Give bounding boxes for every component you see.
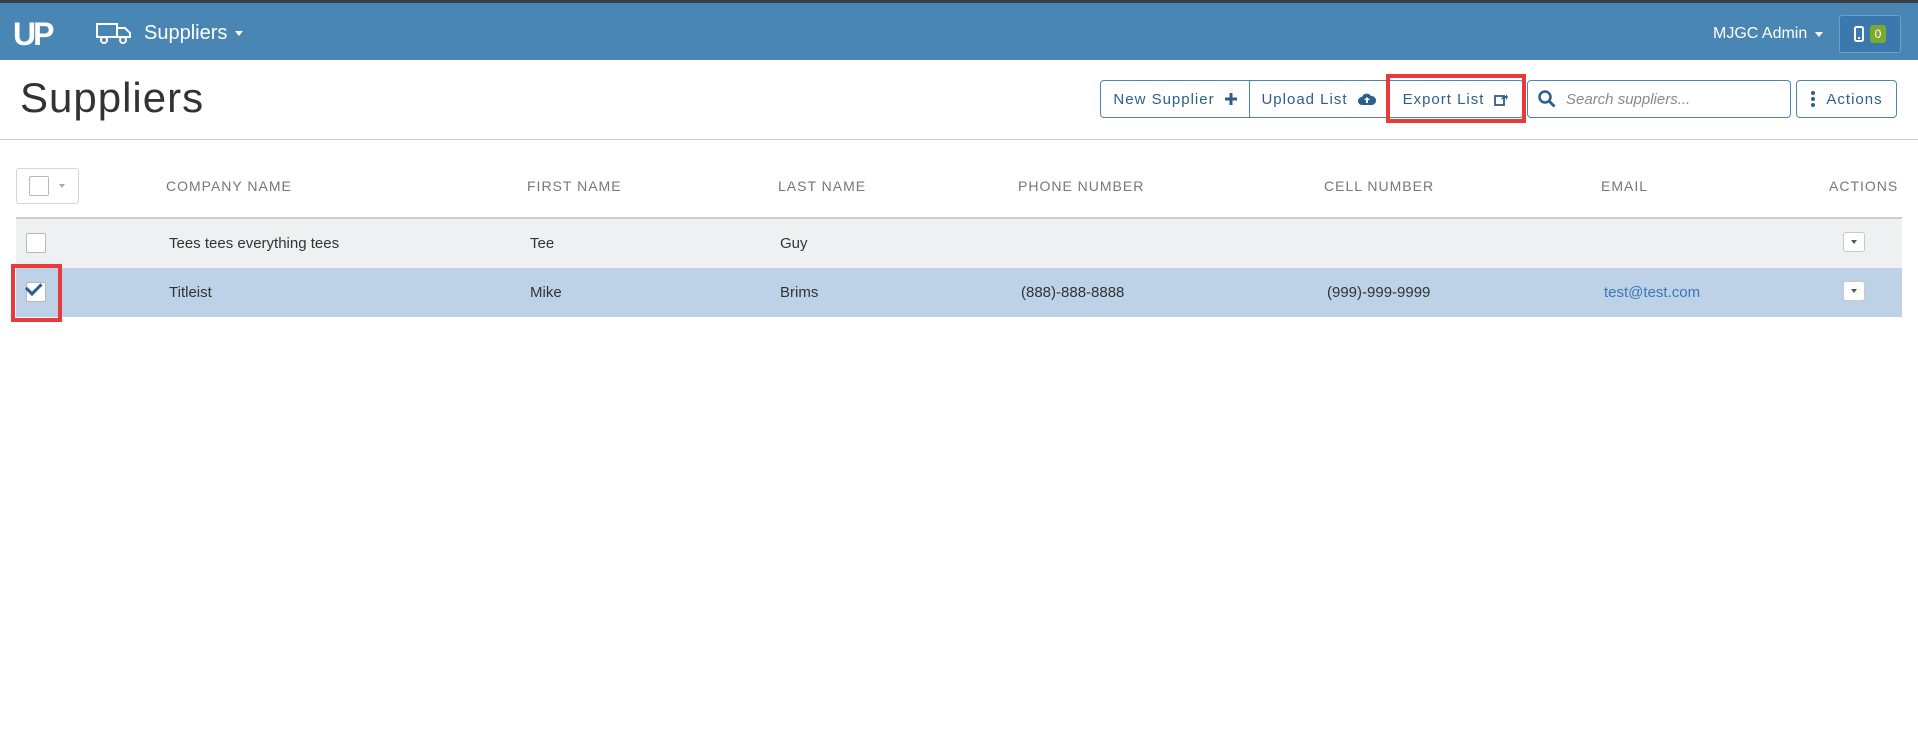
export-list-button[interactable]: Export List bbox=[1387, 80, 1524, 118]
plus-icon bbox=[1224, 93, 1237, 105]
select-all-checkbox[interactable] bbox=[29, 176, 49, 196]
device-count-badge: 0 bbox=[1869, 25, 1887, 43]
app-logo[interactable]: UP bbox=[13, 15, 61, 51]
section-title: Suppliers bbox=[144, 22, 228, 44]
column-header-phone[interactable]: PHONE NUMBER bbox=[1018, 178, 1144, 194]
new-supplier-label: New Supplier bbox=[1113, 90, 1215, 108]
last-name-cell: Guy bbox=[780, 235, 808, 252]
email-link[interactable]: test@test.com bbox=[1604, 268, 1700, 317]
section-menu[interactable]: Suppliers bbox=[144, 21, 244, 45]
new-supplier-button[interactable]: New Supplier bbox=[1100, 80, 1250, 118]
column-header-first-name[interactable]: FIRST NAME bbox=[527, 178, 622, 194]
upload-list-label: Upload List bbox=[1261, 90, 1348, 108]
share-square-icon bbox=[1494, 93, 1509, 106]
column-header-company[interactable]: COMPANY NAME bbox=[166, 178, 292, 194]
chevron-down-icon bbox=[1851, 240, 1857, 244]
chevron-down-icon bbox=[235, 30, 244, 36]
table-row[interactable]: Tees tees everything tees Tee Guy bbox=[16, 219, 1902, 268]
chevron-down-icon bbox=[1815, 31, 1824, 37]
export-list-label: Export List bbox=[1402, 90, 1485, 108]
company-cell: Tees tees everything tees bbox=[169, 235, 340, 252]
column-header-email[interactable]: EMAIL bbox=[1601, 178, 1648, 194]
checkmark-icon bbox=[24, 278, 43, 296]
chevron-down-icon bbox=[59, 184, 65, 188]
user-menu[interactable]: MJGC Admin bbox=[1713, 23, 1824, 45]
actions-button[interactable]: Actions bbox=[1796, 80, 1897, 118]
top-navbar: UP Suppliers MJGC Admin 0 bbox=[0, 3, 1918, 60]
first-name-cell: Tee bbox=[530, 235, 555, 252]
device-button[interactable]: 0 bbox=[1839, 15, 1901, 53]
search-input[interactable] bbox=[1564, 89, 1788, 109]
table-row[interactable]: Titleist Mike Brims (888)-888-8888 (999)… bbox=[16, 268, 1902, 317]
upload-list-button[interactable]: Upload List bbox=[1249, 80, 1388, 118]
cell-number-cell: (999)-999-9999 bbox=[1327, 284, 1431, 301]
column-header-last-name[interactable]: LAST NAME bbox=[778, 178, 866, 194]
vertical-ellipsis-icon bbox=[1811, 91, 1816, 107]
column-header-cell[interactable]: CELL NUMBER bbox=[1324, 178, 1434, 194]
company-cell: Titleist bbox=[169, 284, 212, 301]
mobile-phone-icon bbox=[1853, 26, 1864, 42]
row-checkbox[interactable] bbox=[24, 278, 46, 302]
svg-text:UP: UP bbox=[13, 16, 54, 51]
row-actions-dropdown[interactable] bbox=[1843, 232, 1865, 252]
user-name: MJGC Admin bbox=[1713, 25, 1808, 42]
row-actions-dropdown[interactable] bbox=[1843, 281, 1865, 301]
truck-icon bbox=[96, 23, 131, 44]
first-name-cell: Mike bbox=[530, 284, 562, 301]
row-checkbox[interactable] bbox=[26, 233, 46, 253]
column-header-actions: ACTIONS bbox=[1829, 178, 1899, 194]
search-icon bbox=[1538, 90, 1556, 108]
last-name-cell: Brims bbox=[780, 284, 819, 301]
search-box[interactable] bbox=[1527, 80, 1791, 118]
phone-cell: (888)-888-8888 bbox=[1021, 284, 1125, 301]
select-all-dropdown[interactable] bbox=[16, 168, 79, 204]
actions-label: Actions bbox=[1826, 90, 1883, 108]
header-divider bbox=[0, 139, 1918, 140]
cloud-upload-icon bbox=[1357, 93, 1376, 105]
chevron-down-icon bbox=[1851, 289, 1857, 293]
page-title: Suppliers bbox=[20, 74, 205, 121]
